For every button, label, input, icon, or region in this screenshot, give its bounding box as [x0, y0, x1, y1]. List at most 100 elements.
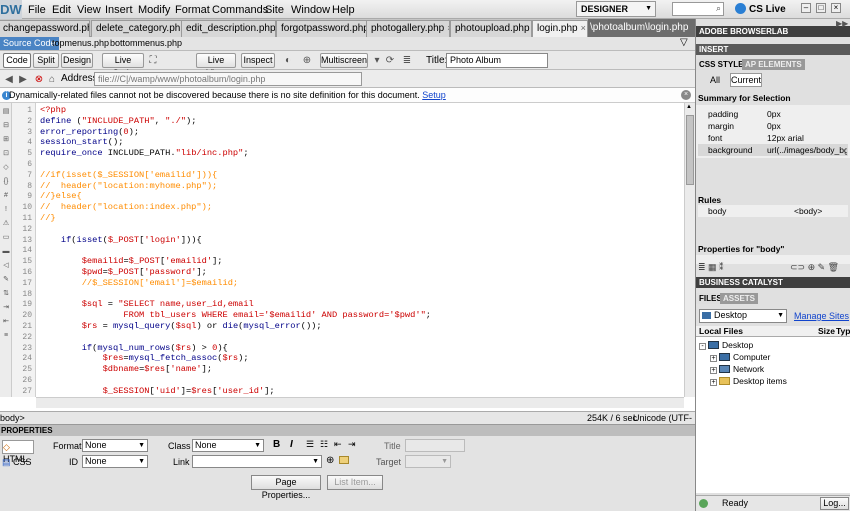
- home-icon[interactable]: ⌂: [45, 73, 59, 86]
- live-code-button[interactable]: Live Code: [102, 53, 144, 78]
- tab-changepassword[interactable]: changepassword.php×: [0, 20, 90, 37]
- browse-folder-icon[interactable]: [339, 456, 349, 464]
- refresh-icon[interactable]: ⟳: [383, 54, 397, 67]
- source-code-link[interactable]: Source Code: [0, 37, 59, 50]
- html-mode-button[interactable]: ◇ HTML: [2, 440, 34, 464]
- target-select[interactable]: ▼: [405, 455, 451, 468]
- maximize-icon[interactable]: □: [816, 3, 826, 13]
- code-line[interactable]: $rs = mysql_query($sql) or die(mysql_err…: [40, 321, 322, 332]
- rule-row[interactable]: body <body>: [698, 205, 848, 217]
- code-line[interactable]: if(mysql_num_rows($rs) > 0){: [40, 343, 228, 354]
- code-line[interactable]: //if(isset($_SESSION['emailid'])){: [40, 170, 217, 181]
- type-column[interactable]: Typ: [836, 326, 850, 337]
- ordered-list-icon[interactable]: ☷: [320, 439, 328, 450]
- scroll-up-icon[interactable]: ▲: [686, 104, 692, 110]
- business-catalyst-header[interactable]: BUSINESS CATALYST: [696, 277, 850, 288]
- code-line[interactable]: //}else{: [40, 191, 82, 202]
- live-view-button[interactable]: Live View: [196, 53, 236, 78]
- inspect-button[interactable]: Inspect: [241, 53, 275, 68]
- expand-icon[interactable]: +: [710, 355, 717, 362]
- menu-window[interactable]: Window: [291, 4, 330, 16]
- code-view-button[interactable]: Code: [3, 53, 31, 68]
- collapse-icon[interactable]: -: [699, 343, 706, 350]
- vertical-scrollbar[interactable]: ▲: [684, 103, 695, 397]
- collapse-selection-icon[interactable]: ⊞: [1, 135, 11, 144]
- menu-help[interactable]: Help: [332, 4, 355, 16]
- code-line[interactable]: $_SESSION['uid']=$res['user_id'];: [40, 386, 275, 397]
- title-field-input[interactable]: [405, 439, 465, 452]
- filter-icon[interactable]: ▽: [680, 37, 688, 48]
- menu-commands[interactable]: Commands: [212, 4, 268, 16]
- collapse-panels-icon[interactable]: ▶▶: [836, 19, 848, 28]
- horizontal-scrollbar[interactable]: [36, 397, 684, 408]
- outdent-icon[interactable]: ⇤: [1, 317, 11, 326]
- size-column[interactable]: Size: [818, 326, 835, 337]
- expand-all-icon[interactable]: ⊡: [1, 149, 11, 158]
- related-file-topmenus[interactable]: topmenus.php: [52, 38, 109, 48]
- code-content[interactable]: <?php define ("INCLUDE_PATH", "./"); error…: [38, 103, 684, 397]
- show-category-icon[interactable]: ≣ ▦ ⁑: [698, 262, 724, 273]
- expand-icon[interactable]: +: [710, 367, 717, 374]
- code-line[interactable]: $sql = "SELECT name,user_id,email: [40, 299, 254, 310]
- select-parent-tag-icon[interactable]: ◇: [1, 163, 11, 172]
- multiscreen-dropdown-icon[interactable]: ▾: [370, 54, 384, 67]
- tree-item-network[interactable]: + Network: [710, 363, 764, 375]
- tab-edit-description[interactable]: edit_description.php×: [181, 20, 276, 37]
- menu-file[interactable]: File: [28, 4, 46, 16]
- summary-row[interactable]: background url(../images/body_bg...: [698, 144, 848, 156]
- code-line[interactable]: FROM tbl_users WHERE email='$emailid' AN…: [40, 310, 431, 321]
- menu-insert[interactable]: Insert: [105, 4, 133, 16]
- tab-photogallery[interactable]: photogallery.php×: [366, 20, 450, 37]
- tab-ap-elements[interactable]: AP ELEMENTS: [742, 59, 805, 70]
- indent-icon[interactable]: ⇥: [348, 439, 356, 450]
- tab-assets[interactable]: ASSETS: [720, 293, 759, 304]
- close-icon[interactable]: ×: [681, 90, 691, 100]
- unordered-list-icon[interactable]: ☰: [306, 439, 314, 450]
- browser-preview-icon[interactable]: ⊕: [300, 54, 314, 67]
- tab-login[interactable]: login.php ×: [532, 20, 588, 38]
- css-mode-button[interactable]: ▤ CSS: [2, 456, 34, 470]
- page-properties-button[interactable]: Page Properties...: [251, 475, 321, 500]
- setup-link[interactable]: Setup: [422, 90, 446, 100]
- code-line[interactable]: //$_SESSION['email']=$emailid;: [40, 278, 238, 289]
- code-line[interactable]: <?php: [40, 105, 66, 116]
- tab-delete-category[interactable]: delete_category.php×: [91, 20, 185, 37]
- class-select[interactable]: None ▼: [192, 439, 264, 452]
- line-numbers-icon[interactable]: #: [1, 191, 11, 200]
- format-source-icon[interactable]: ≡: [1, 331, 11, 340]
- address-input[interactable]: file:///C|/wamp/www/photoalbum/login.php: [94, 72, 362, 86]
- tab-photoupload[interactable]: photoupload.php×: [450, 20, 532, 37]
- point-to-file-icon[interactable]: ⊕: [326, 455, 334, 466]
- help-search-input[interactable]: ⌕: [672, 2, 724, 16]
- menu-site[interactable]: Site: [265, 4, 284, 16]
- menu-view[interactable]: View: [77, 4, 101, 16]
- document-title-input[interactable]: Photo Album: [446, 53, 548, 68]
- summary-row[interactable]: font 12px arial: [698, 132, 848, 144]
- back-icon[interactable]: ◀: [2, 73, 16, 86]
- open-documents-icon[interactable]: ▤: [1, 107, 11, 116]
- menu-edit[interactable]: Edit: [52, 4, 71, 16]
- wrap-tag-icon[interactable]: ◁: [1, 261, 11, 270]
- highlight-invalid-icon[interactable]: !: [1, 205, 11, 214]
- code-line[interactable]: $emailid=$_POST['emailid'];: [40, 256, 223, 267]
- outdent-icon[interactable]: ⇤: [334, 439, 342, 450]
- insert-header[interactable]: INSERT: [696, 44, 850, 55]
- code-line[interactable]: // header("location:index.php");: [40, 202, 212, 213]
- view-options-icon[interactable]: ≣: [400, 54, 414, 67]
- all-button[interactable]: All: [700, 73, 730, 87]
- id-select[interactable]: None ▼: [82, 455, 148, 468]
- format-select[interactable]: None ▼: [82, 439, 148, 452]
- collapse-tag-icon[interactable]: ⊟: [1, 121, 11, 130]
- log-button[interactable]: Log...: [820, 497, 849, 510]
- code-line[interactable]: error_reporting(0);: [40, 127, 139, 138]
- local-files-column[interactable]: Local Files: [699, 326, 743, 337]
- design-view-button[interactable]: Design: [61, 53, 93, 68]
- move-css-icon[interactable]: ⇅: [1, 289, 11, 298]
- workspace-switcher[interactable]: DESIGNER ▼: [576, 1, 656, 17]
- list-item-button[interactable]: List Item...: [327, 475, 383, 490]
- scroll-thumb[interactable]: [686, 115, 694, 185]
- close-tab-icon[interactable]: ×: [581, 23, 586, 33]
- forward-icon[interactable]: ▶: [16, 73, 30, 86]
- code-line[interactable]: require_once INCLUDE_PATH."lib/inc.php";: [40, 148, 249, 159]
- check-compatibility-icon[interactable]: ⛶: [146, 54, 160, 67]
